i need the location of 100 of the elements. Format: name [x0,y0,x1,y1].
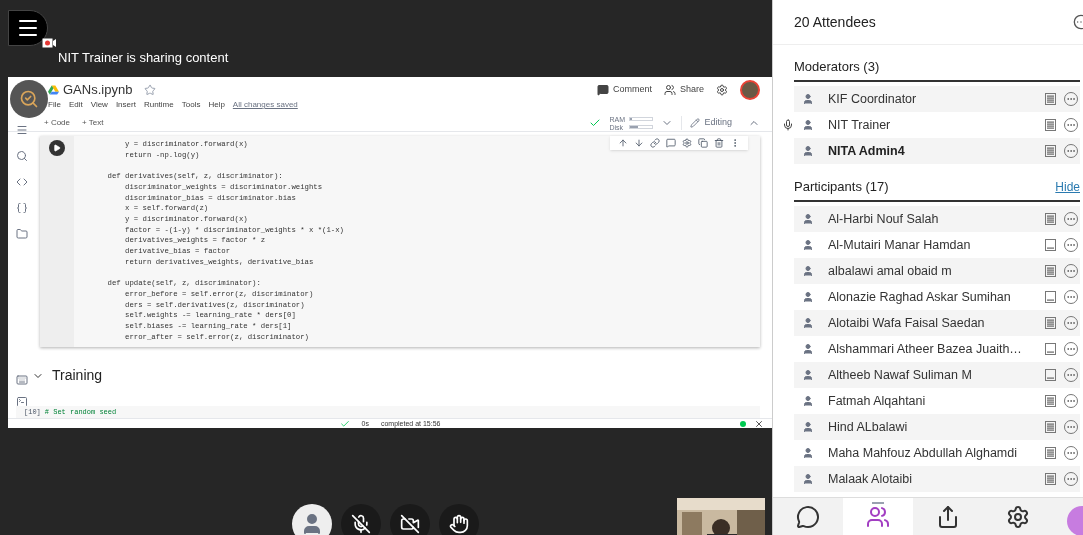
user-icon [802,447,814,459]
raise-hand-button[interactable] [439,504,479,535]
menu-item[interactable]: Help [208,99,225,111]
trash-icon[interactable] [714,138,724,148]
section-heading: Training [52,366,103,385]
drive-icon [48,85,59,95]
pencil-icon [690,118,701,128]
comment-icon[interactable] [666,138,676,148]
user-icon [802,291,814,303]
add-code-button[interactable]: + Code [44,117,71,129]
attendee-row[interactable]: Al-Harbi Nouf Salah [794,206,1080,232]
settings-icon[interactable] [716,84,728,96]
attendee-name: NITA Admin4 [828,142,905,160]
comment-button[interactable]: Comment [596,83,652,97]
variables-icon[interactable] [16,202,28,214]
attendee-name: Maha Mahfouz Abdullah Alghamdi [828,444,1017,462]
camera-icon [42,38,56,48]
folder-icon[interactable] [16,228,28,240]
resource-meter [629,125,654,129]
attendee-name: Altheeb Nawaf Suliman M [828,366,972,384]
magnifier-button[interactable] [10,80,48,118]
user-icon [802,145,814,157]
attendee-name: Hind ALbalawi [828,418,908,436]
link-icon[interactable] [650,138,660,148]
chat-icon [796,504,820,529]
star-icon[interactable] [144,84,157,96]
settings-icon [1006,504,1030,529]
save-status-link[interactable]: All changes saved [232,99,298,111]
attendee-row[interactable]: Hind ALbalawi [794,414,1080,440]
toc-icon[interactable] [16,124,28,136]
avatar[interactable] [740,80,760,100]
arrow-down-icon[interactable] [634,138,644,148]
attendee-name: NIT Trainer [828,116,891,134]
menu-item[interactable]: Edit [68,99,83,111]
user-icon [802,343,814,355]
sharing-message: NIT Trainer is sharing content [58,49,229,67]
run-button[interactable] [49,140,65,156]
menu-item[interactable]: Tools [181,99,201,111]
camera-button[interactable] [390,504,430,535]
attendee-name: Alotaibi Wafa Faisal Saedan [828,314,985,332]
panel-title: 20 Attendees [794,12,876,32]
attendees-icon [866,504,890,529]
menu-item[interactable]: Insert [115,99,136,111]
attendee-name: Alshammari Atheer Bazea Juaith… [828,340,1022,358]
user-icon [802,369,814,381]
user-icon [802,421,814,433]
user-icon [802,239,814,251]
attendee-name: Al-Mutairi Manar Hamdan [828,236,971,254]
attendee-name: Al-Harbi Nouf Salah [828,210,939,228]
attendee-name: Fatmah Alqahtani [828,392,926,410]
check-icon [589,117,602,129]
microphone-button[interactable] [341,504,381,535]
camera-off-icon [400,514,420,534]
attendee-row[interactable]: KIF Coordinator [794,86,1080,112]
people-icon [663,84,676,96]
menu-button[interactable] [8,10,48,46]
panel-tab[interactable] [843,498,913,535]
share-icon [936,504,960,529]
user-icon [802,265,814,277]
check-icon [339,419,350,428]
attendee-row[interactable]: Malaak Alotaibi [794,466,1080,492]
attendee-name: albalawi amal obaid m [828,262,952,280]
add-text-button[interactable]: + Text [82,117,104,129]
group-heading: Participants (17) [794,177,889,196]
magnifier-icon [19,89,39,109]
terminal-icon[interactable] [16,396,28,408]
user-icon [802,473,814,485]
search-icon[interactable] [16,150,28,162]
group-heading: Moderators (3) [794,57,880,76]
attendee-name: Malaak Alotaibi [828,470,913,488]
user-icon [802,119,814,131]
code-icon[interactable] [16,176,28,188]
hide-link[interactable]: Hide [1055,178,1080,196]
comment-icon [596,84,609,96]
arrow-up-icon[interactable] [618,138,628,148]
user-icon [802,317,814,329]
hand-icon [449,514,469,534]
menu-item[interactable]: View [90,99,108,111]
settings-icon[interactable] [682,138,692,148]
attendee-row[interactable]: albalawi amal obaid m [794,258,1080,284]
menu-item[interactable]: File [48,99,61,111]
close-icon[interactable] [754,419,764,428]
menu-item[interactable]: Runtime [143,99,174,111]
play-icon [53,144,61,152]
keyboard-icon[interactable] [16,374,28,386]
avatar-button[interactable] [292,504,332,535]
microphone-off-icon [351,514,371,534]
attendee-row[interactable]: NITA Admin4 [794,138,1080,164]
editing-button[interactable]: Editing [681,116,732,130]
attendee-row[interactable]: Alotaibi Wafa Faisal Saedan [794,310,1080,336]
share-button[interactable]: Share [663,83,704,97]
resource-meter [629,117,654,121]
attendee-row[interactable]: Altheeb Nawaf Suliman M [794,362,1080,388]
user-icon [802,395,814,407]
attendee-name: KIF Coordinator [828,90,917,108]
copy-icon[interactable] [698,138,708,148]
user-icon [802,213,814,225]
user-icon [802,93,814,105]
attendee-name: Alonazie Raghad Askar Sumihan [828,288,1011,306]
notebook-title: GANs.ipynb [63,81,133,100]
